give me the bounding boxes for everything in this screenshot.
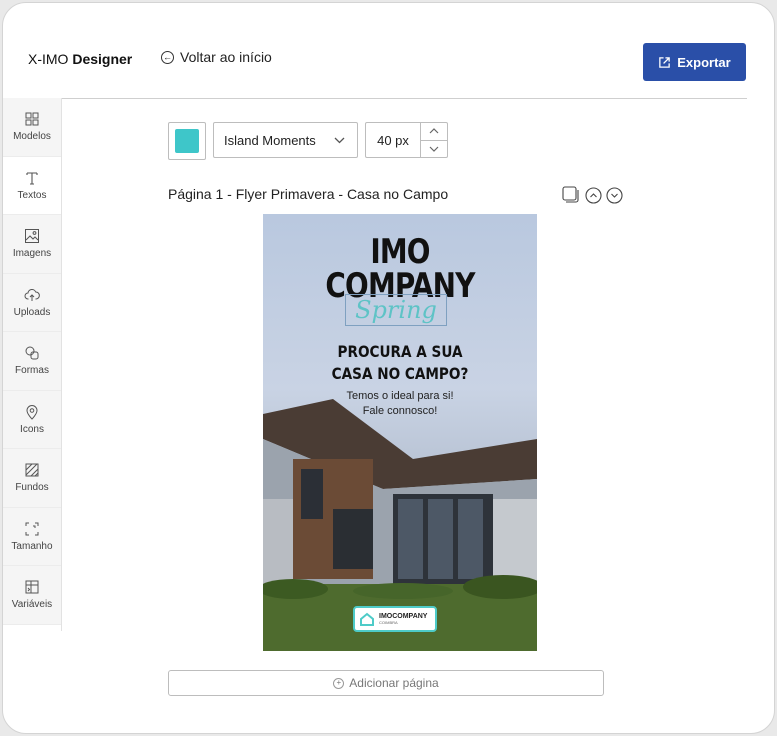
sidebar-item-uploads[interactable]: Uploads [3, 273, 61, 332]
sidebar: Modelos Textos Imagens Uploads Formas Ic… [3, 98, 62, 631]
shapes-icon [25, 346, 39, 360]
house-logo-icon [360, 612, 374, 626]
logo-text: IMOCOMPANY [379, 613, 428, 620]
export-button[interactable]: Exportar [643, 43, 746, 81]
text-icon [26, 172, 38, 185]
add-page-label: Adicionar página [349, 676, 439, 690]
sidebar-item-label: Variáveis [11, 599, 53, 611]
chevron-up-circle-icon [585, 186, 602, 204]
map-pin-icon [26, 404, 38, 420]
flyer-subtext-line1[interactable]: Temos o ideal para si! [263, 390, 537, 402]
sidebar-item-label: Modelos [13, 131, 51, 143]
logo-subtext: COIMBRA [379, 620, 398, 625]
back-to-home-link[interactable]: ← Voltar ao início [161, 49, 272, 65]
sidebar-item-label: Fundos [15, 482, 49, 494]
flyer-headline-line2[interactable]: CASA NO CAMPO? [284, 364, 517, 383]
image-icon [25, 229, 39, 244]
copy-icon [562, 186, 579, 203]
add-page-button[interactable]: + Adicionar página [168, 670, 604, 696]
cloud-upload-icon [24, 288, 40, 301]
flyer-logo-badge[interactable]: IMOCOMPANY COIMBRA [353, 606, 437, 632]
sidebar-item-label: Textos [17, 189, 47, 201]
sidebar-item-fundos[interactable]: Fundos [3, 449, 61, 508]
font-family-value: Island Moments [224, 132, 316, 148]
page-title: Página 1 - Flyer Primavera - Casa no Cam… [168, 186, 449, 202]
external-link-icon [659, 56, 671, 68]
resize-icon [25, 522, 39, 536]
flyer-subtext-line2[interactable]: Fale connosco! [263, 405, 537, 417]
duplicate-page-button[interactable] [561, 185, 581, 205]
sidebar-item-icons[interactable]: Icons [3, 390, 61, 449]
brand-bold: Designer [72, 51, 133, 67]
top-bar: X-IMO Designer ← Voltar ao início Export… [3, 3, 774, 99]
arrow-left-circle-icon: ← [161, 50, 174, 64]
font-size-stepper: 40 px [365, 122, 448, 158]
sidebar-item-label: Formas [15, 365, 49, 377]
sidebar-item-variaveis[interactable]: Variáveis [3, 566, 61, 625]
size-increase-button[interactable] [421, 123, 447, 141]
chevron-up-icon [429, 128, 439, 134]
plus-circle-icon: + [333, 677, 345, 689]
chevron-down-icon [429, 146, 439, 152]
sidebar-item-label: Uploads [13, 306, 51, 318]
back-label: Voltar ao início [180, 49, 272, 65]
text-toolbar: Island Moments 40 px [168, 122, 448, 160]
text-color-picker[interactable] [168, 122, 206, 160]
sidebar-item-formas[interactable]: Formas [3, 332, 61, 391]
app-brand: X-IMO Designer [28, 51, 132, 67]
font-family-select[interactable]: Island Moments [213, 122, 358, 158]
size-stepper-buttons [421, 122, 448, 158]
flyer-script-text-selected[interactable]: Spring [345, 294, 447, 326]
flyer-headline-line1[interactable]: PROCURA A SUA [284, 342, 517, 361]
move-page-up-button[interactable] [585, 186, 602, 204]
chevron-down-icon [334, 137, 345, 143]
font-size-input[interactable]: 40 px [365, 122, 421, 158]
size-decrease-button[interactable] [421, 141, 447, 158]
sidebar-item-label: Icons [20, 423, 44, 435]
hatch-background-icon [25, 463, 39, 477]
export-label: Exportar [677, 54, 731, 70]
move-page-down-button[interactable] [606, 186, 623, 204]
brand-prefix: X-IMO [28, 51, 69, 67]
design-canvas[interactable]: IMO COMPANY Spring PROCURA A SUA CASA NO… [263, 214, 537, 651]
sidebar-item-modelos[interactable]: Modelos [3, 98, 61, 157]
grid-icon [25, 112, 39, 126]
app-window: X-IMO Designer ← Voltar ao início Export… [2, 2, 775, 734]
logo-text-block: IMOCOMPANY COIMBRA [379, 613, 427, 625]
sidebar-item-textos[interactable]: Textos [3, 156, 61, 215]
sidebar-item-imagens[interactable]: Imagens [3, 215, 61, 274]
chevron-down-circle-icon [606, 186, 623, 204]
color-swatch [175, 129, 199, 153]
sidebar-item-tamanho[interactable]: Tamanho [3, 507, 61, 566]
sidebar-item-label: Tamanho [11, 540, 53, 552]
header-divider [61, 98, 747, 99]
page-controls [561, 185, 623, 205]
table-variables-icon [25, 580, 39, 594]
sidebar-item-label: Imagens [12, 248, 52, 260]
